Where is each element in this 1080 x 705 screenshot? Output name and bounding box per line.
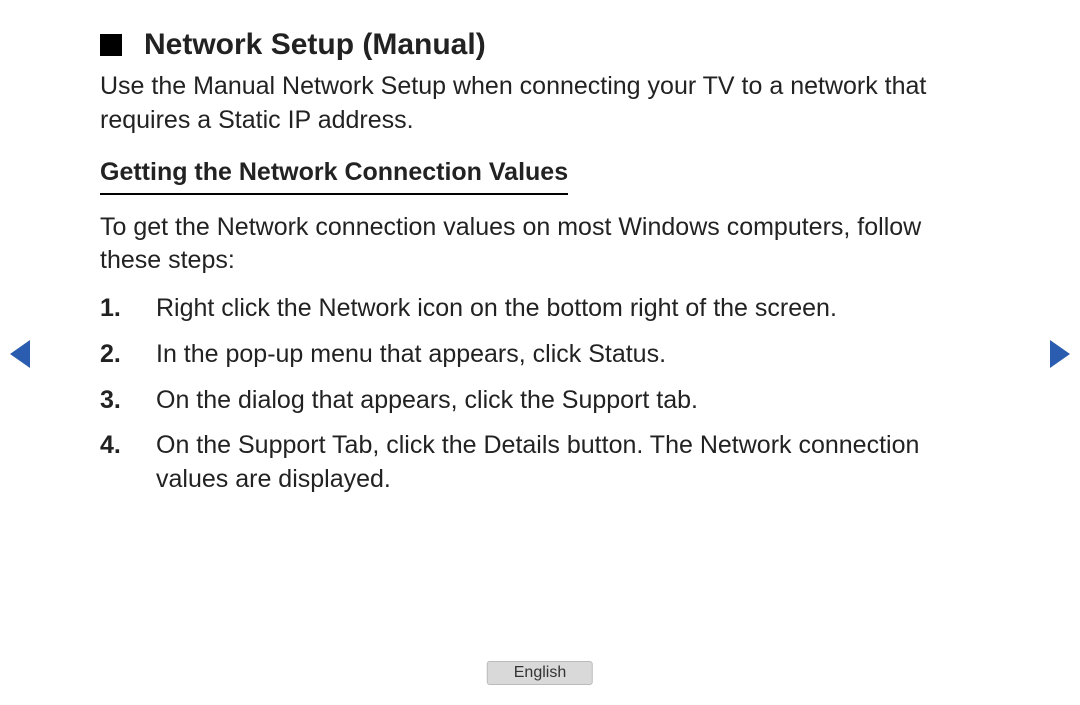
intro-paragraph: Use the Manual Network Setup when connec… (100, 70, 980, 138)
step-number: 1. (100, 292, 156, 326)
step-text: Right click the Network icon on the bott… (156, 292, 980, 326)
page: Network Setup (Manual) Use the Manual Ne… (0, 0, 1080, 705)
title-row: Network Setup (Manual) (100, 28, 980, 62)
language-badge: English (487, 661, 593, 685)
square-bullet-icon (100, 34, 122, 56)
previous-page-arrow-icon[interactable] (10, 340, 30, 368)
steps-list: 1. Right click the Network icon on the b… (100, 292, 980, 497)
step-number: 3. (100, 384, 156, 418)
list-item: 2. In the pop-up menu that appears, clic… (100, 338, 980, 372)
list-item: 4. On the Support Tab, click the Details… (100, 429, 980, 497)
list-item: 1. Right click the Network icon on the b… (100, 292, 980, 326)
step-text: In the pop-up menu that appears, click S… (156, 338, 980, 372)
step-text: On the Support Tab, click the Details bu… (156, 429, 980, 497)
lead-paragraph: To get the Network connection values on … (100, 211, 980, 279)
step-number: 2. (100, 338, 156, 372)
step-text: On the dialog that appears, click the Su… (156, 384, 980, 418)
list-item: 3. On the dialog that appears, click the… (100, 384, 980, 418)
subheading-wrap: Getting the Network Connection Values (100, 158, 980, 195)
page-title: Network Setup (Manual) (144, 28, 486, 62)
step-number: 4. (100, 429, 156, 497)
subheading: Getting the Network Connection Values (100, 158, 568, 195)
next-page-arrow-icon[interactable] (1050, 340, 1070, 368)
